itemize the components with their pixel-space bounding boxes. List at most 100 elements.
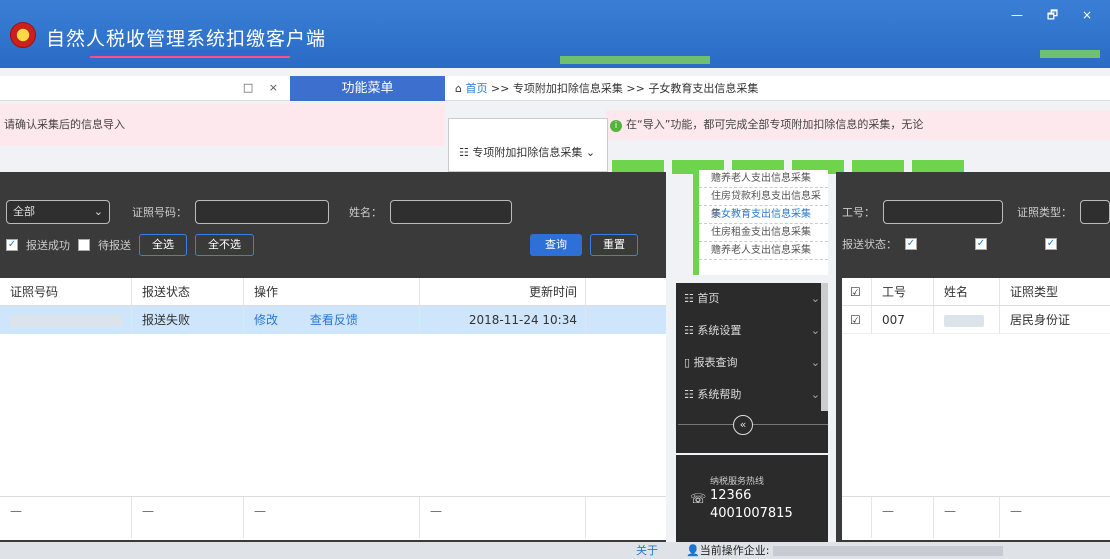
name-cell	[934, 306, 1000, 333]
id-number-cell	[0, 306, 132, 334]
phone-icon: ☏	[690, 492, 707, 507]
submenu-item[interactable]: 赡养老人支出信息采集	[699, 170, 828, 188]
column-header[interactable]: 更新时间	[420, 278, 586, 305]
side-menu-item-home[interactable]: ☷ 首页 ⌄	[676, 283, 828, 315]
employee-id-cell: 007	[872, 306, 934, 333]
grid-icon: ☷	[684, 292, 698, 305]
title-bar: 自然人税收管理系统扣缴客户端 — 🗗 ×	[0, 0, 1110, 68]
function-menu-dropdown: ☷ 专项附加扣除信息采集 ⌄	[448, 118, 608, 172]
footer-cell	[842, 497, 872, 538]
query-button[interactable]: 查询	[530, 234, 582, 256]
chevron-down-icon: ⌄	[93, 205, 103, 218]
reset-button[interactable]: 重置	[590, 234, 638, 256]
home-icon: ⌂	[455, 82, 466, 95]
edit-link[interactable]: 修改	[254, 313, 278, 327]
name-input[interactable]	[390, 200, 512, 224]
column-header[interactable]: 报送状态	[132, 278, 244, 305]
checkbox-label: 报送成功	[26, 239, 70, 252]
submenu-item[interactable]: 住房贷款利息支出信息采集	[699, 188, 828, 220]
id-type-select[interactable]	[1080, 200, 1110, 224]
redacted-value	[944, 314, 984, 327]
service-hotline: ☏ 纳税服务热线 12366 4001007815	[676, 455, 828, 542]
function-menu-header[interactable]: 功能菜单	[290, 76, 445, 101]
status-checkbox[interactable]: ✓	[1045, 238, 1057, 250]
updated-time-cell: 2018-11-24 10:34	[420, 306, 586, 334]
footer-cell: —	[934, 497, 1000, 538]
side-menu-item-reports[interactable]: ▯ 报表查询 ⌄	[676, 347, 828, 379]
footer-cell: —	[244, 497, 420, 538]
right-filter-row-2: 报送状态： ✓ ✓ ✓	[842, 236, 1057, 252]
info-icon: i	[610, 120, 622, 132]
status-select[interactable]: 全部 ⌄	[6, 200, 110, 224]
id-type-cell: 居民身份证	[1010, 313, 1071, 327]
table-header: 证照号码 报送状态 操作 更新时间	[0, 278, 666, 306]
tab-close-controls[interactable]: □ ×	[243, 81, 284, 94]
right-data-table: ☑ 工号 姓名 证照类型 ☑ 007 居民身份证 — — —	[842, 278, 1110, 540]
submenu-item[interactable]: 赡养老人支出信息采集	[699, 242, 828, 260]
menu-item-special-deduction[interactable]: ☷ 专项附加扣除信息采集 ⌄	[449, 139, 607, 167]
window-controls[interactable]: — 🗗 ×	[1011, 6, 1102, 27]
render-artifact	[560, 56, 710, 64]
column-header[interactable]: 工号	[872, 278, 934, 305]
checkbox-sent-success[interactable]: ✓	[6, 239, 18, 251]
id-type-label: 证照类型：	[1017, 206, 1072, 219]
tab-strip: □ ×	[0, 76, 290, 101]
footer-cell: —	[420, 497, 586, 538]
collapse-menu-button[interactable]: «	[733, 415, 753, 435]
notice-banner-right: i 在“导入”功能，都可完成全部专项附加扣除信息的采集，无论	[606, 110, 1110, 140]
footer-cell: —	[132, 497, 244, 538]
chevron-down-icon: ⌄	[810, 388, 820, 401]
view-feedback-link[interactable]: 查看反馈	[310, 313, 358, 327]
side-menu-item-help[interactable]: ☷ 系统帮助 ⌄	[676, 379, 828, 411]
chevron-down-icon: ⌄	[810, 324, 820, 337]
side-menu-label: 报表查询	[693, 356, 738, 369]
column-header[interactable]: 证照类型	[1000, 278, 1110, 305]
side-menu-item-settings[interactable]: ☷ 系统设置 ⌄	[676, 315, 828, 347]
render-artifact	[1040, 50, 1100, 58]
employee-id-label: 工号：	[842, 206, 875, 219]
status-label: 报送状态：	[842, 238, 897, 251]
checkbox-pending[interactable]	[78, 239, 90, 251]
grid-icon: ☷	[459, 146, 473, 159]
table-row[interactable]: 报送失败 修改 查看反馈 2018-11-24 10:34	[0, 306, 666, 334]
column-header[interactable]: 姓名	[934, 278, 1000, 305]
chevron-down-icon: ⌄	[810, 292, 820, 305]
side-menu-label: 系统帮助	[697, 388, 742, 401]
name-label: 姓名：	[349, 206, 382, 219]
table-footer: — — —	[842, 496, 1110, 538]
status-checkbox[interactable]: ✓	[905, 238, 917, 250]
submenu-item-active[interactable]: 子女教育支出信息采集	[699, 206, 828, 224]
table-row[interactable]: ☑ 007 居民身份证	[842, 306, 1110, 334]
status-bar: 关于 👤当前操作企业:	[0, 542, 1110, 559]
redacted-value	[773, 546, 1004, 556]
checkbox-label: 待报送	[98, 239, 131, 252]
report-icon: ▯	[684, 356, 694, 369]
grid-icon: ☷	[684, 324, 698, 337]
about-link[interactable]: 关于	[636, 542, 658, 559]
app-title: 自然人税收管理系统扣缴客户端	[46, 28, 327, 50]
select-all-checkbox[interactable]: ☑	[842, 278, 872, 305]
column-header[interactable]: 操作	[244, 278, 420, 305]
submenu-tree: 赡养老人支出信息采集 住房贷款利息支出信息采集 子女教育支出信息采集 住房租金支…	[693, 170, 828, 275]
select-none-button[interactable]: 全不选	[195, 234, 254, 256]
status-checkbox[interactable]: ✓	[975, 238, 987, 250]
right-filter-row-1: 工号： 证照类型：	[842, 200, 1110, 224]
current-company: 👤当前操作企业:	[686, 542, 1004, 559]
id-number-input[interactable]	[195, 200, 329, 224]
filter-row-2: ✓ 报送成功 待报送 全选 全不选 查询 重置	[6, 234, 638, 256]
row-checkbox[interactable]: ☑	[842, 306, 872, 333]
select-all-button[interactable]: 全选	[139, 234, 187, 256]
user-icon: 👤	[686, 544, 700, 557]
employee-id-input[interactable]	[883, 200, 1003, 224]
breadcrumb-home[interactable]: 首页	[465, 82, 487, 95]
filter-row-1: 全部 ⌄ 证照号码： 姓名：	[6, 200, 512, 224]
column-header[interactable]: 证照号码	[0, 278, 132, 305]
status-cell: 报送失败	[132, 306, 244, 334]
notice-text: 在“导入”功能，都可完成全部专项附加扣除信息的采集，无论	[626, 118, 924, 131]
footer-cell: —	[872, 497, 934, 538]
company-label: 当前操作企业:	[699, 544, 770, 557]
footer-cell: —	[1010, 504, 1022, 518]
side-menu-scrollbar[interactable]	[821, 283, 828, 411]
hotline-number-2: 4001007815	[710, 506, 793, 521]
submenu-item[interactable]: 住房租金支出信息采集	[699, 224, 828, 242]
